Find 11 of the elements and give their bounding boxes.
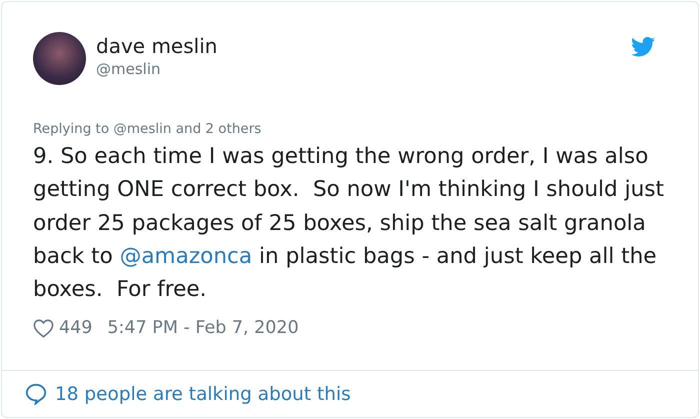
author-name[interactable]: dave meslin <box>96 34 218 59</box>
speech-bubble-icon[interactable] <box>25 383 47 405</box>
heart-icon[interactable] <box>33 318 54 338</box>
conversation-link[interactable]: 18 people are talking about this <box>55 384 351 404</box>
tweet-text: 9. So each time I was getting the wrong order, I was also getting ONE correct box. So now I'm thinking I should just order 25 packages of 25 boxes, ship the sea salt granola back to @amazonca in plastic bags - and just keep all the boxes. For free. <box>33 143 665 304</box>
reply-context: Replying to @meslin and 2 others <box>33 120 262 138</box>
author-handle[interactable]: @meslin <box>96 59 218 79</box>
bird-icon[interactable] <box>631 37 655 57</box>
mention-link[interactable]: @amazonca <box>120 244 252 269</box>
timestamp[interactable]: 5:47 PM - Feb 7, 2020 <box>107 318 299 338</box>
like-count: 449 <box>59 318 92 338</box>
